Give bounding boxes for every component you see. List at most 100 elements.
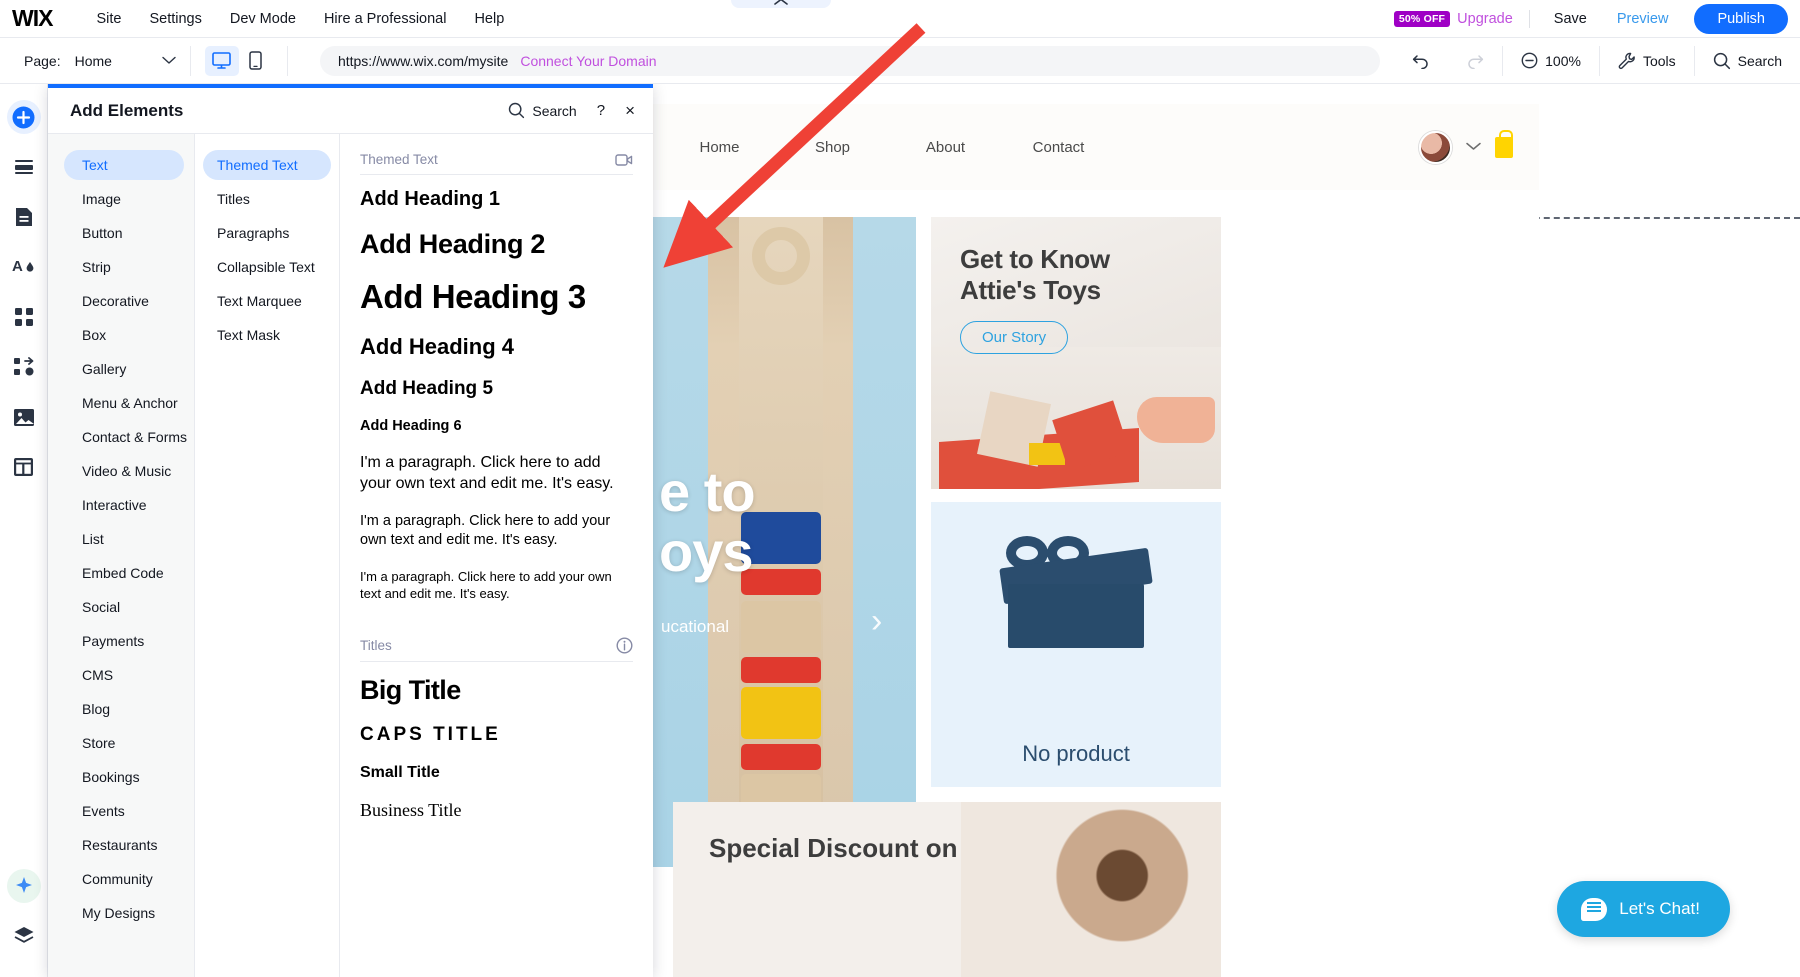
category-cms[interactable]: CMS: [64, 660, 184, 690]
tile-paragraph-1[interactable]: I'm a paragraph. Click here to add your …: [360, 443, 633, 503]
redo-button[interactable]: [1448, 46, 1502, 76]
subcategory-themed-text[interactable]: Themed Text: [203, 150, 331, 180]
site-url-bar[interactable]: https://www.wix.com/mysite Connect Your …: [319, 45, 1380, 76]
rail-media-button[interactable]: [7, 400, 41, 434]
tile-add-heading-4[interactable]: Add Heading 4: [360, 325, 633, 369]
panel-help-icon[interactable]: ?: [597, 102, 605, 119]
our-story-button[interactable]: Our Story: [960, 321, 1069, 354]
rail-interactions-button[interactable]: [7, 350, 41, 384]
desktop-view-button[interactable]: [204, 45, 239, 76]
connect-domain-link[interactable]: Connect Your Domain: [520, 53, 656, 69]
rail-pages-button[interactable]: [7, 200, 41, 234]
category-image[interactable]: Image: [64, 184, 184, 214]
toolbar-right-actions: 100% Tools Search: [1394, 38, 1800, 84]
subcategory-paragraphs[interactable]: Paragraphs: [203, 218, 331, 248]
site-sections-icon: [14, 160, 33, 174]
category-box[interactable]: Box: [64, 320, 184, 350]
subcategory-collapsible-text[interactable]: Collapsible Text: [203, 252, 331, 282]
hero-next-chevron-right-icon[interactable]: ›: [871, 602, 882, 641]
tile-add-heading-3[interactable]: Add Heading 3: [360, 269, 633, 325]
rail-site-sections-button[interactable]: [7, 150, 41, 184]
menu-item-hire-a-professional[interactable]: Hire a Professional: [310, 5, 461, 33]
save-button[interactable]: Save: [1546, 11, 1595, 27]
tile-add-heading-6[interactable]: Add Heading 6: [360, 409, 633, 443]
category-text[interactable]: Text: [64, 150, 184, 180]
category-blog[interactable]: Blog: [64, 694, 184, 724]
subcategory-titles[interactable]: Titles: [203, 184, 331, 214]
category-button[interactable]: Button: [64, 218, 184, 248]
subcategory-text-mask[interactable]: Text Mask: [203, 320, 331, 350]
menu-item-settings[interactable]: Settings: [135, 5, 215, 33]
category-store[interactable]: Store: [64, 728, 184, 758]
zoom-out-button[interactable]: 100%: [1503, 46, 1599, 76]
category-bookings[interactable]: Bookings: [64, 762, 184, 792]
menu-item-dev-mode[interactable]: Dev Mode: [216, 5, 310, 33]
tile-add-heading-2[interactable]: Add Heading 2: [360, 220, 633, 269]
rail-layers-button[interactable]: [7, 919, 41, 953]
category-events[interactable]: Events: [64, 796, 184, 826]
tile-paragraph-2[interactable]: I'm a paragraph. Click here to add your …: [360, 503, 633, 559]
account-chevron-down-icon[interactable]: [1466, 138, 1481, 156]
site-nav-actions: [1419, 129, 1539, 164]
rail-theme-button[interactable]: A: [7, 250, 41, 284]
tools-button[interactable]: Tools: [1600, 46, 1694, 76]
lets-chat-widget[interactable]: Let's Chat!: [1557, 881, 1730, 937]
category-community[interactable]: Community: [64, 864, 184, 894]
undo-button[interactable]: [1394, 46, 1448, 76]
tile-big-title[interactable]: Big Title: [360, 666, 633, 715]
tile-small-title[interactable]: Small Title: [360, 755, 633, 791]
category-gallery[interactable]: Gallery: [64, 354, 184, 384]
category-social[interactable]: Social: [64, 592, 184, 622]
site-nav-about[interactable]: About: [889, 139, 1002, 156]
category-contact-forms[interactable]: Contact & Forms: [64, 422, 187, 452]
rail-ai-button[interactable]: [6, 869, 41, 903]
tile-caps-title[interactable]: CAPS TITLE: [360, 715, 633, 755]
cart-bag-icon[interactable]: [1495, 129, 1513, 158]
mobile-view-button[interactable]: [239, 46, 273, 76]
category-payments[interactable]: Payments: [64, 626, 184, 656]
search-button[interactable]: Search: [1695, 46, 1800, 76]
page-dropdown-chevron-down-icon[interactable]: [162, 56, 176, 65]
subcategory-text-marquee[interactable]: Text Marquee: [203, 286, 331, 316]
category-decorative[interactable]: Decorative: [64, 286, 184, 316]
info-icon[interactable]: [616, 637, 633, 654]
gift-box-icon: [1008, 584, 1144, 648]
publish-button[interactable]: Publish: [1694, 3, 1788, 34]
category-my-designs[interactable]: My Designs: [64, 898, 184, 928]
site-nav-home[interactable]: Home: [663, 139, 776, 156]
category-list[interactable]: List: [64, 524, 184, 554]
site-nav-contact[interactable]: Contact: [1002, 139, 1115, 156]
rail-cms-button[interactable]: [7, 450, 41, 484]
avatar[interactable]: [1419, 130, 1452, 164]
category-menu-anchor[interactable]: Menu & Anchor: [64, 388, 184, 418]
wix-logo[interactable]: WIX: [12, 5, 53, 32]
page-label: Page:: [24, 52, 61, 69]
tile-add-heading-1[interactable]: Add Heading 1: [360, 179, 633, 220]
panel-subcategory-list: Themed Text Titles Paragraphs Collapsibl…: [195, 134, 340, 977]
panel-collapse-handle[interactable]: [731, 0, 831, 8]
menu-item-help[interactable]: Help: [460, 5, 518, 33]
category-restaurants[interactable]: Restaurants: [64, 830, 184, 860]
site-navigation: Home Shop About Contact: [653, 104, 1539, 190]
panel-header-actions: Search ? ×: [508, 102, 635, 119]
category-embed-code[interactable]: Embed Code: [64, 558, 184, 588]
tile-paragraph-3[interactable]: I'm a paragraph. Click here to add your …: [360, 559, 633, 611]
category-interactive[interactable]: Interactive: [64, 490, 184, 520]
tile-add-heading-5[interactable]: Add Heading 5: [360, 369, 633, 409]
video-tutorial-icon[interactable]: [615, 153, 633, 167]
tile-business-title[interactable]: Business Title: [360, 791, 633, 830]
panel-search-button[interactable]: Search: [508, 102, 577, 119]
preview-button[interactable]: Preview: [1609, 11, 1677, 27]
rail-add-element-button[interactable]: [6, 100, 41, 134]
cms-icon: [14, 458, 33, 476]
panel-title: Add Elements: [70, 100, 184, 120]
panel-close-icon[interactable]: ×: [625, 102, 635, 119]
menu-item-site[interactable]: Site: [82, 5, 135, 33]
category-strip[interactable]: Strip: [64, 252, 184, 282]
upgrade-link[interactable]: Upgrade: [1457, 11, 1513, 27]
current-page-name[interactable]: Home: [75, 53, 112, 69]
rail-apps-button[interactable]: [7, 300, 41, 334]
panel-content-list[interactable]: Themed Text Add Heading 1 Add Heading 2 …: [340, 134, 653, 977]
site-nav-shop[interactable]: Shop: [776, 139, 889, 156]
category-video-music[interactable]: Video & Music: [64, 456, 184, 486]
